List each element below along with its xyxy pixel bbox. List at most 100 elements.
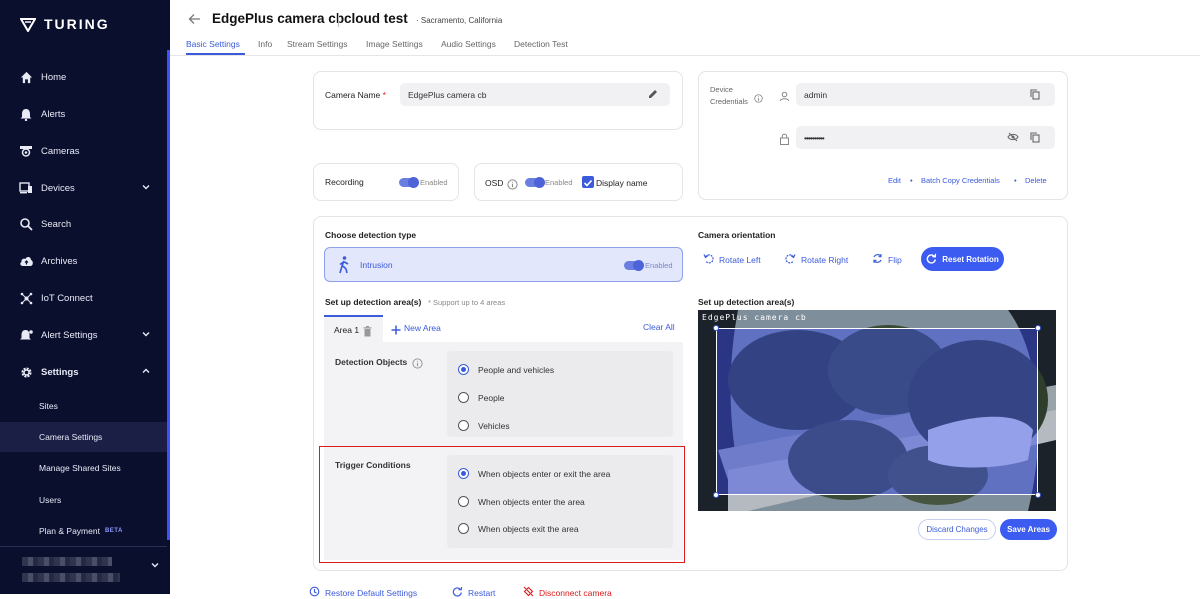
batch-copy-credentials-link[interactable]: Batch Copy Credentials [921, 176, 1000, 185]
area-handle[interactable] [1035, 492, 1041, 498]
disconnect-label: Disconnect camera [539, 587, 612, 598]
tab-stream-settings[interactable]: Stream Settings [287, 39, 347, 49]
sidebar-subitem-plan-payment[interactable]: Plan & Payment BETA [0, 516, 167, 546]
area-handle[interactable] [713, 325, 719, 331]
edit-pencil-icon[interactable] [648, 89, 658, 101]
sidebar-subitem-users[interactable]: Users [0, 485, 167, 515]
radio-people[interactable] [458, 392, 469, 403]
flip-button[interactable]: Flip [872, 253, 902, 266]
clear-all-button[interactable]: Clear All [643, 322, 675, 332]
info-icon[interactable] [754, 90, 763, 108]
radio-exit[interactable] [458, 523, 469, 534]
reset-rotation-label: Reset Rotation [942, 254, 999, 264]
trash-icon[interactable] [363, 324, 372, 342]
osd-toggle[interactable] [525, 177, 545, 188]
rotate-right-button[interactable]: Rotate Right [785, 253, 848, 266]
intrusion-label: Intrusion [360, 260, 393, 270]
username-field[interactable]: admin [796, 83, 1055, 106]
flip-label: Flip [888, 254, 902, 265]
option-label: When objects enter or exit the area [478, 469, 611, 479]
sidebar-item-alerts[interactable]: Alerts [0, 99, 167, 129]
intrusion-toggle[interactable] [624, 260, 644, 271]
discard-changes-button[interactable]: Discard Changes [918, 519, 996, 540]
intrusion-option[interactable]: Intrusion Enabled [324, 247, 683, 282]
info-icon[interactable] [412, 356, 423, 374]
camera-name-input[interactable]: EdgePlus camera cb [400, 83, 670, 106]
recording-toggle[interactable] [399, 177, 419, 188]
copy-icon[interactable] [1030, 89, 1040, 102]
user-name-redacted [22, 557, 112, 566]
display-name-checkbox[interactable] [582, 176, 594, 188]
copy-icon[interactable] [1030, 132, 1040, 145]
tab-audio-settings[interactable]: Audio Settings [441, 39, 496, 49]
info-icon[interactable] [507, 177, 518, 195]
sidebar-item-search[interactable]: Search [0, 209, 167, 239]
user-icon [779, 89, 790, 107]
sidebar-subitem-sites[interactable]: Sites [0, 391, 167, 421]
display-name-label: Display name [596, 178, 648, 188]
sidebar-item-label: Settings [41, 366, 79, 378]
rotate-left-button[interactable]: Rotate Left [703, 253, 761, 266]
sidebar-item-cameras[interactable]: Cameras [0, 136, 167, 166]
camera-preview[interactable]: EdgePlus camera cb [698, 310, 1056, 511]
disconnect-camera-button[interactable]: Disconnect camera [523, 586, 612, 599]
rotate-left-icon [703, 253, 714, 266]
detection-type-label: Choose detection type [325, 230, 417, 240]
camera-name-label: Camera Name * [325, 90, 386, 100]
home-icon [18, 69, 34, 85]
osd-card: OSD Enabled Display name [474, 163, 683, 201]
username-value: admin [804, 89, 828, 100]
beta-badge: BETA [104, 528, 123, 534]
sidebar-item-archives[interactable]: Archives [0, 246, 167, 276]
sidebar-item-label: Archives [41, 255, 78, 267]
tab-detection-test[interactable]: Detection Test [514, 39, 568, 49]
add-icon[interactable] [391, 322, 401, 340]
password-field[interactable]: •••••••••• [796, 126, 1055, 149]
reset-rotation-button[interactable]: Reset Rotation [921, 247, 1004, 271]
detection-areas-label: Set up detection area(s) [325, 297, 422, 307]
tab-image-settings[interactable]: Image Settings [366, 39, 423, 49]
brand-logo[interactable]: TURING [20, 16, 110, 32]
sidebar-item-label: Alert Settings [41, 329, 98, 341]
sidebar-item-alert-settings[interactable]: Alert Settings [0, 320, 167, 350]
area-tab-1[interactable]: Area 1 [324, 315, 383, 342]
option-label: When objects exit the area [478, 524, 579, 534]
restart-label: Restart [468, 587, 496, 598]
radio-enter-or-exit[interactable] [458, 468, 469, 479]
tab-basic-settings[interactable]: Basic Settings [186, 39, 240, 49]
save-areas-button[interactable]: Save Areas [1000, 519, 1057, 540]
chevron-down-icon[interactable] [150, 557, 160, 575]
area-handle[interactable] [713, 492, 719, 498]
restore-default-settings-button[interactable]: Restore Default Settings [309, 586, 417, 599]
dot-separator: • [1014, 176, 1017, 185]
back-arrow-icon[interactable] [188, 12, 201, 28]
tab-info[interactable]: Info [258, 39, 272, 49]
sidebar-subitem-camera-settings[interactable]: Camera Settings [0, 422, 167, 452]
divider [0, 546, 167, 547]
edit-credentials-link[interactable]: Edit [888, 176, 901, 185]
sidebar-item-devices[interactable]: Devices [0, 173, 167, 203]
sidebar-item-settings[interactable]: Settings [0, 357, 167, 387]
chevron-down-icon [141, 182, 151, 195]
camera-icon [18, 143, 34, 159]
sidebar-item-home[interactable]: Home [0, 62, 167, 92]
delete-credentials-link[interactable]: Delete [1025, 176, 1047, 185]
visibility-off-icon[interactable] [1007, 132, 1019, 144]
reset-icon [926, 253, 937, 266]
sidebar-item-label: Search [41, 218, 72, 230]
sidebar-item-iot-connect[interactable]: IoT Connect [0, 283, 167, 313]
location-label: Sacramento, California [420, 16, 503, 25]
radio-people-and-vehicles[interactable] [458, 364, 469, 375]
intrusion-state: Enabled [645, 261, 673, 270]
detection-area-rectangle[interactable] [716, 328, 1038, 495]
new-area-button[interactable]: New Area [404, 323, 441, 333]
radio-vehicles[interactable] [458, 420, 469, 431]
area-handle[interactable] [1035, 325, 1041, 331]
device-credentials-label: Device Credentials [710, 85, 748, 106]
dot-separator: • [910, 176, 913, 185]
sidebar-subitem-manage-shared-sites[interactable]: Manage Shared Sites [0, 453, 167, 483]
restart-button[interactable]: Restart [452, 586, 495, 599]
radio-enter[interactable] [458, 496, 469, 507]
sidebar-item-label: Cameras [41, 145, 80, 157]
title-separator [338, 13, 339, 27]
